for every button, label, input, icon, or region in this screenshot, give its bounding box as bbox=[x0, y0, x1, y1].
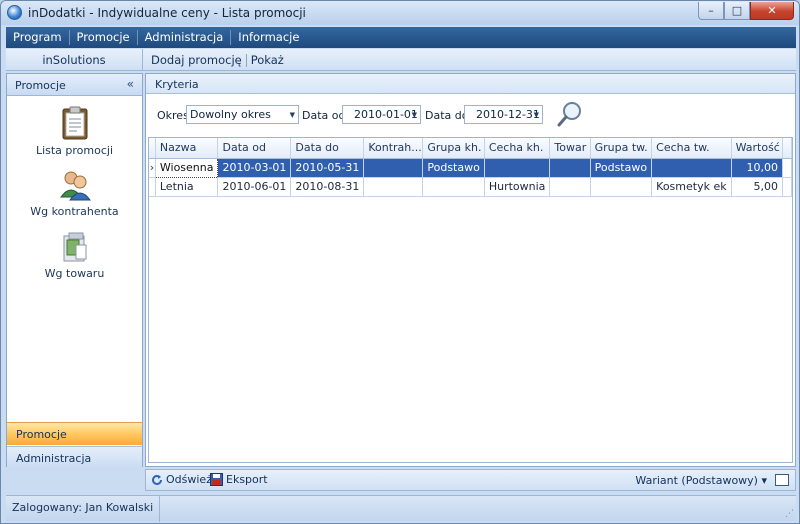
column-header-cecha-kh[interactable]: Cecha kh. bbox=[484, 138, 551, 159]
toolbar-actions: Dodaj promocję Pokaż bbox=[147, 49, 288, 71]
cell-filler bbox=[782, 177, 792, 197]
promotions-table: Nazwa Data od Data do Kontrah... Grupa k… bbox=[149, 138, 792, 197]
cell-towar[interactable] bbox=[549, 158, 591, 178]
window-title: inDodatki - Indywidualne ceny - Lista pr… bbox=[28, 6, 306, 20]
close-button[interactable]: ✕ bbox=[750, 2, 794, 20]
menu-administracja[interactable]: Administracja bbox=[138, 30, 232, 45]
export-button[interactable]: Eksport bbox=[210, 473, 268, 486]
status-bar: Zalogowany: Jan Kowalski ⋰ bbox=[6, 495, 796, 522]
sidebar-item-label: Wg towaru bbox=[44, 267, 105, 280]
sidebar: Promocje « Lista promocji Wg kontrahenta… bbox=[6, 73, 143, 469]
sidebar-tab-promocje[interactable]: Promocje bbox=[7, 422, 142, 445]
product-box-icon bbox=[63, 232, 86, 262]
column-header-filler bbox=[782, 138, 792, 159]
toolbar: inSolutions Dodaj promocję Pokaż bbox=[6, 49, 796, 71]
sidebar-item-wg-kontrahenta[interactable]: Wg kontrahenta bbox=[7, 169, 142, 218]
export-label: Eksport bbox=[226, 473, 268, 486]
cell-grupa-kh[interactable] bbox=[422, 177, 485, 197]
menu-program[interactable]: Program bbox=[6, 30, 70, 45]
date-from-picker[interactable]: 2010-01-01 ▼ bbox=[342, 105, 421, 124]
minimize-button[interactable]: – bbox=[698, 2, 724, 20]
menu-promocje[interactable]: Promocje bbox=[70, 30, 138, 45]
sidebar-item-label: Wg kontrahenta bbox=[30, 205, 119, 218]
cell-data-od[interactable]: 2010-03-01 bbox=[217, 158, 292, 178]
search-icon[interactable] bbox=[556, 100, 584, 128]
chevron-down-icon[interactable]: ▼ bbox=[290, 111, 295, 119]
okres-select[interactable]: Dowolny okres ▼ bbox=[186, 105, 299, 124]
show-button[interactable]: Pokaż bbox=[247, 53, 288, 67]
brand-label: inSolutions bbox=[6, 49, 143, 71]
resize-grip-icon[interactable]: ⋰ bbox=[785, 509, 794, 519]
chevron-down-icon[interactable]: ▼ bbox=[534, 111, 539, 119]
refresh-icon bbox=[152, 474, 162, 485]
cell-grupa-kh[interactable]: Podstawo bbox=[422, 158, 485, 178]
cell-wartosc[interactable]: 10,00 bbox=[731, 158, 784, 178]
promotions-grid: Nazwa Data od Data do Kontrah... Grupa k… bbox=[148, 137, 793, 463]
save-disk-icon bbox=[210, 473, 223, 486]
cell-filler bbox=[782, 158, 792, 178]
window-controls: – □ ✕ bbox=[698, 2, 794, 20]
menu-bar: Program Promocje Administracja Informacj… bbox=[6, 27, 796, 48]
cell-towar[interactable] bbox=[549, 177, 591, 197]
cell-kontrahent[interactable] bbox=[363, 177, 424, 197]
cell-wartosc[interactable]: 5,00 bbox=[731, 177, 784, 197]
column-header-grupa-kh[interactable]: Grupa kh. bbox=[422, 138, 485, 159]
table-row[interactable]: Letnia 2010-06-01 2010-08-31 Hurtownia K… bbox=[149, 177, 792, 197]
maximize-button[interactable]: □ bbox=[724, 2, 750, 20]
okres-value: Dowolny okres bbox=[190, 108, 271, 121]
add-promotion-button[interactable]: Dodaj promocję bbox=[147, 53, 247, 67]
app-icon[interactable] bbox=[7, 5, 22, 20]
sidebar-tab-administracja[interactable]: Administracja bbox=[7, 446, 142, 469]
criteria-title: Kryteria bbox=[155, 78, 199, 91]
column-header-kontrahent[interactable]: Kontrah... bbox=[363, 138, 424, 159]
users-icon bbox=[59, 171, 91, 201]
column-header-cecha-tw[interactable]: Cecha tw. bbox=[651, 138, 732, 159]
logged-user-status: Zalogowany: Jan Kowalski bbox=[12, 496, 161, 522]
cell-grupa-tw[interactable]: Podstawo bbox=[590, 158, 653, 178]
sidebar-item-lista-promocji[interactable]: Lista promocji bbox=[7, 106, 142, 157]
column-header-nazwa[interactable]: Nazwa bbox=[155, 138, 219, 159]
sidebar-header: Promocje « bbox=[7, 74, 142, 96]
title-bar[interactable]: inDodatki - Indywidualne ceny - Lista pr… bbox=[1, 1, 799, 25]
table-header-row: Nazwa Data od Data do Kontrah... Grupa k… bbox=[149, 138, 792, 159]
clipboard-icon bbox=[62, 106, 87, 140]
sidebar-item-wg-towaru[interactable]: Wg towaru bbox=[7, 231, 142, 280]
cell-cecha-kh[interactable] bbox=[484, 158, 551, 178]
date-to-picker[interactable]: 2010-12-31 ▼ bbox=[464, 105, 543, 124]
app-window: inDodatki - Indywidualne ceny - Lista pr… bbox=[0, 0, 800, 524]
cell-cecha-kh[interactable]: Hurtownia bbox=[484, 177, 551, 197]
cell-data-od[interactable]: 2010-06-01 bbox=[217, 177, 292, 197]
grid-toolbar: Odśwież Eksport Wariant (Podstawowy) ▾ bbox=[145, 469, 796, 491]
collapse-icon[interactable]: « bbox=[127, 77, 134, 91]
main-panel: Kryteria Okres: Dowolny okres ▼ Data od:… bbox=[145, 73, 796, 467]
date-from-value: 2010-01-01 bbox=[354, 108, 418, 121]
variant-dropdown[interactable]: Wariant (Podstawowy) ▾ bbox=[635, 474, 767, 487]
cell-nazwa[interactable]: Letnia bbox=[155, 177, 219, 197]
refresh-button[interactable]: Odśwież bbox=[151, 473, 212, 486]
column-header-wartosc[interactable]: Wartość bbox=[731, 138, 784, 159]
date-to-value: 2010-12-31 bbox=[476, 108, 540, 121]
chevron-down-icon[interactable]: ▼ bbox=[412, 111, 417, 119]
cell-grupa-tw[interactable] bbox=[590, 177, 653, 197]
layout-settings-icon[interactable] bbox=[775, 474, 789, 486]
cell-data-do[interactable]: 2010-08-31 bbox=[290, 177, 365, 197]
column-header-data-od[interactable]: Data od bbox=[217, 138, 292, 159]
menu-informacje[interactable]: Informacje bbox=[231, 30, 306, 45]
column-header-grupa-tw[interactable]: Grupa tw. bbox=[590, 138, 653, 159]
cell-cecha-tw[interactable]: Kosmetyk ek bbox=[651, 177, 732, 197]
sidebar-item-label: Lista promocji bbox=[35, 144, 114, 157]
cell-data-do[interactable]: 2010-05-31 bbox=[290, 158, 365, 178]
sidebar-title: Promocje bbox=[15, 79, 66, 92]
column-header-data-do[interactable]: Data do bbox=[290, 138, 365, 159]
criteria-row: Okres: Dowolny okres ▼ Data od: 2010-01-… bbox=[146, 94, 795, 136]
refresh-label: Odśwież bbox=[166, 473, 212, 486]
cell-cecha-tw[interactable] bbox=[651, 158, 732, 178]
cell-nazwa[interactable]: Wiosenna bbox=[154, 157, 219, 178]
column-header-towar[interactable]: Towar bbox=[549, 138, 591, 159]
criteria-header: Kryteria bbox=[146, 74, 795, 94]
cell-kontrahent[interactable] bbox=[363, 158, 424, 178]
table-row[interactable]: › Wiosenna 2010-03-01 2010-05-31 Podstaw… bbox=[149, 157, 792, 178]
